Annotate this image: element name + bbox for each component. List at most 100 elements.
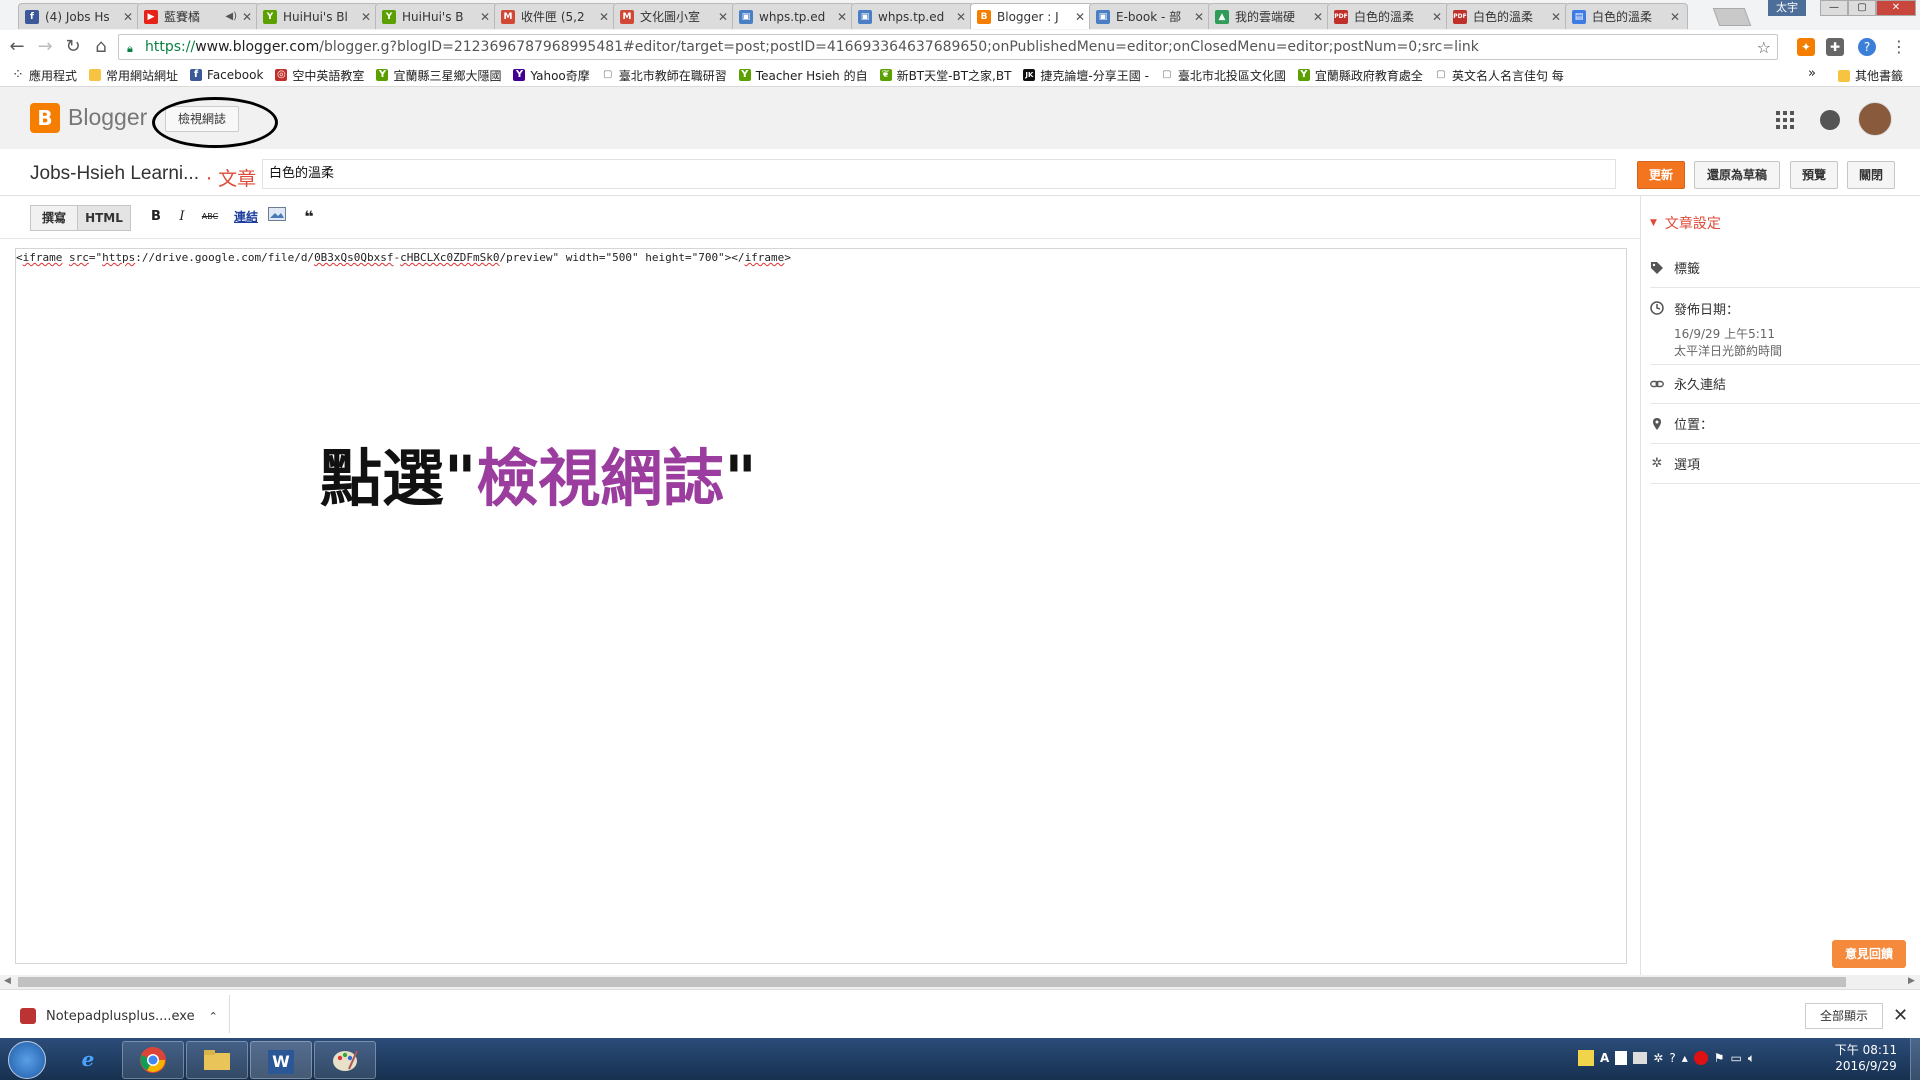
- close-tab-icon[interactable]: ✕: [1312, 10, 1324, 24]
- close-tab-icon[interactable]: ✕: [479, 10, 491, 24]
- file-explorer-icon[interactable]: [186, 1041, 248, 1079]
- antivirus-icon[interactable]: [1693, 1051, 1708, 1065]
- bookmark-item[interactable]: Y Yahoo奇摩: [513, 67, 590, 84]
- network-icon[interactable]: ▭: [1731, 1051, 1742, 1065]
- scroll-right-icon[interactable]: ▶: [1908, 976, 1915, 986]
- maximize-button[interactable]: ▢: [1848, 0, 1876, 16]
- browser-tab[interactable]: Y HuiHui's Bl ✕: [256, 3, 379, 29]
- window-close-button[interactable]: ✕: [1876, 0, 1916, 16]
- close-tab-icon[interactable]: ✕: [717, 10, 729, 24]
- image-icon[interactable]: [267, 207, 287, 227]
- browser-tab[interactable]: M 文化圖小室 ✕: [613, 3, 736, 29]
- sidebar-item-date[interactable]: 發佈日期：: [1650, 288, 1920, 328]
- close-tab-icon[interactable]: ✕: [1074, 10, 1086, 24]
- browser-tab[interactable]: M 收件匣 (5,2 ✕: [494, 3, 617, 29]
- other-bookmarks[interactable]: 其他書籤: [1838, 67, 1903, 84]
- browser-tab[interactable]: ▶ 藍賽橘 ◀) ✕: [137, 3, 260, 29]
- extension-puzzle-icon[interactable]: ✚: [1826, 38, 1844, 56]
- close-tab-icon[interactable]: ✕: [241, 10, 253, 24]
- reload-icon[interactable]: ↻: [62, 36, 84, 58]
- bookmark-item[interactable]: ▢ 英文名人名言佳句 每: [1435, 67, 1564, 84]
- sidebar-item-labels[interactable]: 標籤: [1650, 248, 1920, 288]
- bookmark-item[interactable]: Y 宜蘭縣政府教育處全: [1297, 67, 1423, 84]
- bookmark-item[interactable]: ❦ 新BT天堂-BT之家,BT: [879, 67, 1011, 84]
- link-button[interactable]: 連結: [231, 207, 261, 227]
- avatar[interactable]: [1858, 102, 1892, 136]
- forward-icon[interactable]: →: [34, 36, 56, 58]
- menu-icon[interactable]: ⋮: [1890, 38, 1908, 56]
- close-tab-icon[interactable]: ✕: [122, 10, 134, 24]
- chevron-up-icon[interactable]: ⌃: [209, 1010, 218, 1023]
- sidebar-item-location[interactable]: 位置：: [1650, 404, 1920, 444]
- show-all-downloads-button[interactable]: 全部顯示: [1805, 1003, 1884, 1029]
- bold-button[interactable]: B: [146, 207, 166, 227]
- preview-button[interactable]: 預覽: [1790, 161, 1838, 189]
- strikethrough-button[interactable]: ABC: [198, 207, 222, 227]
- google-apps-icon[interactable]: [1776, 111, 1794, 129]
- browser-tab[interactable]: B Blogger : J ✕: [970, 3, 1093, 29]
- notifications-icon[interactable]: [1820, 110, 1840, 130]
- taskbar-clock[interactable]: 下午 08:11 2016/9/29: [1826, 1042, 1906, 1074]
- close-tab-icon[interactable]: ✕: [360, 10, 372, 24]
- help-icon[interactable]: ?: [1669, 1051, 1675, 1065]
- scroll-left-icon[interactable]: ◀: [4, 976, 11, 986]
- bookmark-item[interactable]: ⁘ 應用程式: [12, 67, 77, 84]
- start-button[interactable]: [8, 1041, 46, 1079]
- html-editor[interactable]: [15, 248, 1627, 964]
- extension-help-icon[interactable]: ?: [1858, 38, 1876, 56]
- paint-icon[interactable]: [314, 1041, 376, 1079]
- sidebar-item-options[interactable]: ✲ 選項: [1650, 444, 1920, 484]
- bookmark-item[interactable]: ▢ 臺北市北投區文化國: [1161, 67, 1286, 84]
- close-tab-icon[interactable]: ✕: [1193, 10, 1205, 24]
- flag-icon[interactable]: ⚑: [1714, 1051, 1725, 1065]
- bookmark-star-icon[interactable]: ☆: [1757, 38, 1771, 57]
- tray-settings-icon[interactable]: ✲: [1653, 1051, 1663, 1065]
- browser-tab[interactable]: PDF 白色的溫柔 ✕: [1327, 3, 1450, 29]
- url-text[interactable]: https://www.blogger.com/blogger.g?blogID…: [145, 39, 1777, 55]
- new-tab-button[interactable]: [1712, 8, 1752, 26]
- close-tab-icon[interactable]: ✕: [598, 10, 610, 24]
- bookmark-item[interactable]: 常用網站網址: [89, 67, 178, 84]
- chrome-icon[interactable]: [122, 1041, 184, 1079]
- browser-tab[interactable]: f (4) Jobs Hs ✕: [18, 3, 141, 29]
- close-button[interactable]: 關閉: [1847, 161, 1895, 189]
- browser-tab[interactable]: ▣ whps.tp.ed ✕: [732, 3, 855, 29]
- keyboard-icon[interactable]: [1633, 1052, 1648, 1064]
- home-icon[interactable]: ⌂: [90, 36, 112, 58]
- tray-expand-icon[interactable]: ▴: [1682, 1051, 1688, 1065]
- browser-tab[interactable]: ▣ whps.tp.ed ✕: [851, 3, 974, 29]
- close-tab-icon[interactable]: ✕: [955, 10, 967, 24]
- ime-icon[interactable]: A: [1600, 1051, 1609, 1065]
- bookmarks-overflow-icon[interactable]: »: [1808, 66, 1816, 81]
- sidebar-item-permalink[interactable]: 永久連結: [1650, 364, 1920, 404]
- quote-icon[interactable]: ❝: [299, 207, 319, 227]
- tray-app-icon[interactable]: [1578, 1050, 1594, 1066]
- show-desktop-button[interactable]: [1910, 1038, 1920, 1080]
- bookmark-item[interactable]: ▢ 臺北市教師在職研習: [602, 67, 727, 84]
- audio-playing-icon[interactable]: ◀): [225, 11, 237, 22]
- volume-icon[interactable]: 🔈︎: [1748, 1051, 1755, 1066]
- close-download-bar-icon[interactable]: ✕: [1893, 1005, 1908, 1026]
- word-icon[interactable]: W: [250, 1041, 312, 1079]
- revert-to-draft-button[interactable]: 還原為草稿: [1694, 161, 1780, 189]
- html-mode-button[interactable]: HTML: [77, 205, 131, 231]
- close-tab-icon[interactable]: ✕: [1431, 10, 1443, 24]
- minimize-button[interactable]: —: [1820, 0, 1848, 16]
- close-tab-icon[interactable]: ✕: [1550, 10, 1562, 24]
- tray-doc-icon[interactable]: [1615, 1051, 1628, 1065]
- bookmark-item[interactable]: JK 捷克論壇-分享王國 -: [1023, 67, 1149, 84]
- browser-tab[interactable]: ▲ 我的雲端硬 ✕: [1208, 3, 1331, 29]
- extension-fire-icon[interactable]: ✦: [1797, 38, 1815, 56]
- bookmark-item[interactable]: Y 宜蘭縣三星鄉大隱國: [376, 67, 501, 84]
- bookmark-item[interactable]: Y Teacher Hsieh 的自: [738, 67, 868, 84]
- close-tab-icon[interactable]: ✕: [836, 10, 848, 24]
- blog-title[interactable]: Jobs-Hsieh Learni...: [30, 163, 199, 185]
- post-title-input[interactable]: 白色的溫柔: [262, 159, 1616, 189]
- address-bar[interactable]: 🔒︎ https://www.blogger.com/blogger.g?blo…: [118, 34, 1778, 60]
- bookmark-item[interactable]: ◎ 空中英語教室: [275, 67, 364, 84]
- italic-button[interactable]: I: [172, 207, 192, 227]
- feedback-button[interactable]: 意見回饋: [1832, 940, 1906, 968]
- back-icon[interactable]: ←: [6, 36, 28, 58]
- compose-mode-button[interactable]: 撰寫: [30, 205, 78, 231]
- download-item[interactable]: Notepadplusplus....exe ⌃: [20, 1008, 218, 1024]
